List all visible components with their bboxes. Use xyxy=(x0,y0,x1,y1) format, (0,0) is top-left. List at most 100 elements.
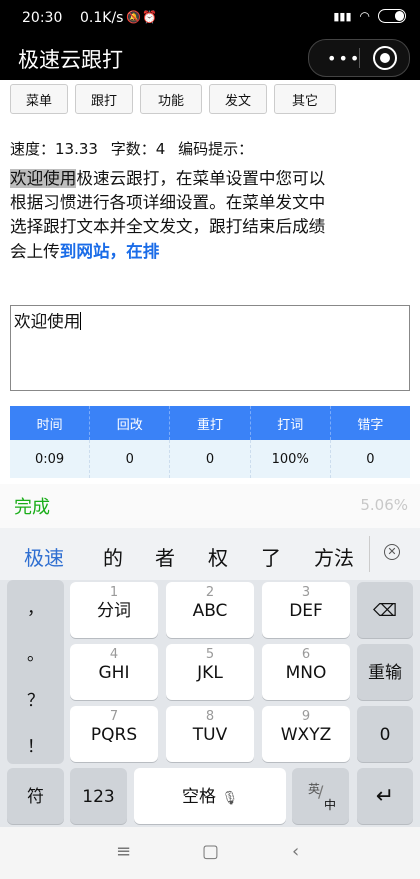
menu-button[interactable]: 菜单 xyxy=(10,84,68,114)
status-bar: 20:30 0.1K/s 🔕 ⏰ ▮▮▮ ◠ xyxy=(0,0,420,36)
key-8[interactable]: 8 TUV xyxy=(166,706,254,762)
alarm-icon: ⏰ xyxy=(142,10,157,24)
back-nav-icon[interactable]: ‹ xyxy=(292,841,299,862)
char-count-stat: 字数：4 xyxy=(110,140,166,158)
candidate-2[interactable]: 的 xyxy=(103,542,123,571)
key-number: 5 xyxy=(205,647,215,662)
candidate-4[interactable]: 权 xyxy=(208,542,228,571)
code-hint-stat: 编码提示： xyxy=(178,140,254,158)
key-label: MNO xyxy=(285,663,327,683)
key-number: 7 xyxy=(109,709,119,724)
key-label: GHI xyxy=(98,663,130,683)
candidate-divider xyxy=(369,536,370,572)
candidate-5[interactable]: 了 xyxy=(261,542,281,571)
key-number: 9 xyxy=(301,709,311,724)
zero-key[interactable]: 0 xyxy=(357,706,413,762)
key-1[interactable]: 1 分词 xyxy=(70,582,158,638)
key-4[interactable]: 4 GHI xyxy=(70,644,158,700)
enter-icon: ↵ xyxy=(375,784,395,809)
status-icons: ▮▮▮ ◠ xyxy=(333,9,406,23)
key-number: 3 xyxy=(301,585,311,600)
symbol-key[interactable]: 符 xyxy=(7,768,64,824)
signal-icon: ▮▮▮ xyxy=(333,9,352,23)
mic-icon: 🎙 xyxy=(221,791,238,806)
value-retype: 0 xyxy=(170,440,251,478)
key-label: TUV xyxy=(192,725,228,745)
more-icon[interactable]: ••• xyxy=(327,49,361,68)
typing-stats: 速度：13.33 字数：4 编码提示： xyxy=(10,138,261,159)
battery-icon xyxy=(378,9,406,23)
key-label: ABC xyxy=(192,601,228,621)
key-number: 4 xyxy=(109,647,119,662)
punc-comma[interactable]: ， xyxy=(7,594,64,619)
punc-exclamation[interactable]: ！ xyxy=(7,732,64,757)
typing-input-value: 欢迎使用 xyxy=(14,312,81,331)
space-key[interactable]: 空格 🎙 xyxy=(134,768,286,824)
value-words: 100% xyxy=(251,440,331,478)
key-5[interactable]: 5 JKL xyxy=(166,644,254,700)
website-link[interactable]: 到网站，在排 xyxy=(60,242,160,261)
space-label: 空格 🎙 xyxy=(134,768,286,828)
value-backspace: 0 xyxy=(90,440,171,478)
key-2[interactable]: 2 ABC xyxy=(166,582,254,638)
keyboard-accessory-bar: 完成 5.06% xyxy=(0,484,420,528)
punc-period[interactable]: 。 xyxy=(7,640,64,665)
header-words: 打词 xyxy=(251,406,331,440)
send-text-button[interactable]: 发文 xyxy=(209,84,267,114)
language-switch-key[interactable]: 英 / 中 xyxy=(292,768,349,824)
done-button[interactable]: 完成 xyxy=(14,493,50,519)
key-7[interactable]: 7 PQRS xyxy=(70,706,158,762)
mini-program-capsule[interactable]: ••• xyxy=(308,39,410,77)
key-label: JKL xyxy=(197,663,223,683)
key-number: 8 xyxy=(205,709,215,724)
result-table-header: 时间 回改 重打 打词 错字 xyxy=(10,406,410,440)
number-key[interactable]: 123 xyxy=(70,768,127,824)
punc-question[interactable]: ？ xyxy=(7,686,64,711)
mute-icon: 🔕 xyxy=(126,10,141,24)
wifi-icon: ◠ xyxy=(359,9,370,23)
other-button[interactable]: 其它 xyxy=(274,84,336,114)
speed-stat: 速度：13.33 xyxy=(10,140,98,158)
menu-nav-icon[interactable]: ≡ xyxy=(116,841,131,862)
close-target-icon[interactable] xyxy=(373,46,397,70)
key-9[interactable]: 9 WXYZ xyxy=(262,706,350,762)
key-label: DEF xyxy=(289,601,323,621)
key-label: PQRS xyxy=(90,725,138,745)
network-speed: 0.1K/s xyxy=(80,10,124,26)
punctuation-column: ， 。 ？ ！ xyxy=(7,580,64,764)
status-time: 20:30 xyxy=(22,10,63,26)
enter-key[interactable]: ↵ xyxy=(357,768,413,824)
progress-percent: 5.06% xyxy=(360,496,408,514)
key-6[interactable]: 6 MNO xyxy=(262,644,350,700)
key-3[interactable]: 3 DEF xyxy=(262,582,350,638)
lang-slash: / xyxy=(318,782,324,801)
candidate-6[interactable]: 方法 xyxy=(314,542,354,571)
typing-passage: 欢迎使用极速云跟打，在菜单设置中您可以根据习惯进行各项详细设置。在菜单发文中选择… xyxy=(10,167,330,264)
retype-label: 重输 xyxy=(368,663,402,683)
candidate-3[interactable]: 者 xyxy=(155,542,175,571)
backspace-key[interactable]: ⌫ xyxy=(357,582,413,638)
key-number: 2 xyxy=(205,585,215,600)
key-number: 6 xyxy=(301,647,311,662)
function-button[interactable]: 功能 xyxy=(140,84,202,114)
capsule-divider xyxy=(359,48,360,68)
header-backspace: 回改 xyxy=(90,406,171,440)
key-label: WXYZ xyxy=(280,725,332,745)
space-text: 空格 xyxy=(182,787,217,807)
number-label: 123 xyxy=(82,787,115,807)
symbol-label: 符 xyxy=(27,787,44,807)
candidate-1[interactable]: 极速 xyxy=(24,542,64,571)
typed-text: 欢迎使用 xyxy=(10,169,77,188)
header-retype: 重打 xyxy=(170,406,251,440)
text-caret xyxy=(80,312,82,330)
menu-buttons: 菜单 跟打 功能 发文 其它 xyxy=(10,84,336,114)
home-nav-icon[interactable]: ▢ xyxy=(202,841,219,862)
follow-type-button[interactable]: 跟打 xyxy=(75,84,133,114)
key-label: 分词 xyxy=(97,601,131,621)
close-candidates-icon[interactable]: ✕ xyxy=(384,544,400,560)
header-errors: 错字 xyxy=(357,417,384,433)
zero-label: 0 xyxy=(379,725,391,745)
retype-key[interactable]: 重输 xyxy=(357,644,413,700)
typing-input[interactable]: 欢迎使用 xyxy=(10,305,410,391)
header-time: 时间 xyxy=(10,406,91,440)
